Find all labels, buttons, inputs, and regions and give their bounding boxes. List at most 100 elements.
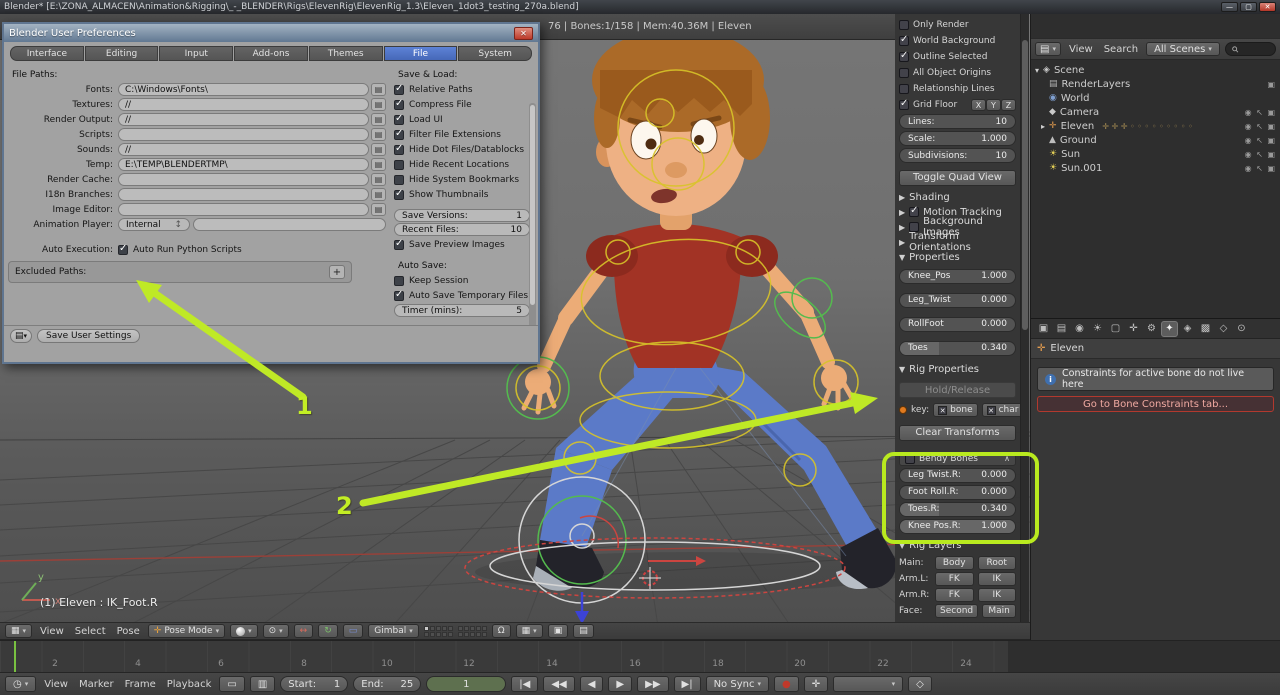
tab-data-icon[interactable]: ◈ — [1179, 321, 1196, 337]
outliner-menu-view[interactable]: View — [1066, 44, 1096, 55]
orientation-dropdown[interactable]: Gimbal ▾ — [368, 624, 419, 638]
key-char-toggle[interactable]: ✕ char — [981, 403, 1020, 417]
maximize-icon[interactable]: ▢ — [1240, 2, 1257, 12]
outliner-editor-type-button[interactable]: ▤ ▾ — [1035, 42, 1061, 56]
render-opengl-anim-button[interactable]: ▤ — [573, 624, 594, 638]
pivot-dropdown[interactable]: ⊙ ▾ — [262, 624, 289, 638]
bendy-bones-header[interactable]: Bendy Bones ∧ — [899, 451, 1016, 466]
grid-lines-field[interactable]: Lines: 10 — [899, 114, 1016, 129]
auto-run-python-checkbox[interactable] — [118, 243, 128, 255]
play-button[interactable]: ▶ — [608, 676, 633, 692]
timeline-menu-view[interactable]: View — [41, 679, 71, 690]
i18n-path-input[interactable] — [118, 188, 369, 201]
auto-save-temp-checkbox[interactable] — [394, 289, 404, 301]
outliner-row-renderlayers[interactable]: ▤ RenderLayers ▣ — [1031, 77, 1280, 91]
filter-file-extensions-checkbox[interactable] — [394, 128, 404, 140]
tab-object-icon[interactable]: ▢ — [1107, 321, 1124, 337]
end-frame-field[interactable]: End: 25 — [353, 676, 422, 692]
save-versions-stepper[interactable]: Save Versions: 1 — [394, 209, 530, 222]
file-browse-icon[interactable]: ▤ — [371, 158, 386, 171]
layer-root-button[interactable]: Root — [977, 555, 1016, 570]
manipulator-translate-button[interactable]: ↔ — [293, 624, 314, 638]
outliner-row-scene[interactable]: ▾ ◈ Scene — [1031, 63, 1280, 77]
restriction-icons[interactable]: ◉ ↖ ▣ — [1245, 122, 1276, 131]
goto-bone-constraints-button[interactable]: Go to Bone Constraints tab... — [1037, 396, 1274, 412]
temp-path-input[interactable] — [118, 158, 369, 171]
tab-input[interactable]: Input — [159, 46, 234, 61]
layer-arml-ik-button[interactable]: IK — [977, 571, 1016, 586]
relationship-lines-checkbox[interactable] — [899, 84, 909, 94]
bendy-bones-checkbox[interactable] — [905, 453, 915, 464]
tab-interface[interactable]: Interface — [10, 46, 84, 61]
editor-type-button[interactable]: ▦ ▾ — [5, 624, 33, 638]
jump-to-start-button[interactable]: |◀ — [511, 676, 539, 692]
restriction-icons[interactable]: ◉ ↖ ▣ — [1245, 164, 1276, 173]
shading-dropdown[interactable]: ▾ — [230, 624, 258, 638]
minimize-icon[interactable]: — — [1221, 2, 1238, 12]
only-render-checkbox[interactable] — [899, 20, 909, 30]
keying-set-dropdown[interactable]: ▾ — [833, 676, 904, 692]
breadcrumb-object-name[interactable]: Eleven — [1050, 343, 1084, 354]
tab-physics-icon[interactable]: ⊙ — [1233, 321, 1250, 337]
outliner-row-camera[interactable]: ◆ Camera ◉ ↖ ▣ — [1031, 105, 1280, 119]
axis-x-toggle[interactable]: X — [971, 99, 986, 111]
textures-path-input[interactable] — [118, 98, 369, 111]
play-reverse-button[interactable]: ◀ — [579, 676, 604, 692]
load-ui-checkbox[interactable] — [394, 113, 404, 125]
show-thumbnails-checkbox[interactable] — [394, 188, 404, 200]
knee-pos-slider[interactable]: Knee_Pos 1.000 — [899, 268, 1016, 284]
outliner-row-world[interactable]: ◉ World — [1031, 91, 1280, 105]
prev-keyframe-button[interactable]: ◀◀ — [543, 676, 575, 692]
start-frame-field[interactable]: Start: 1 — [280, 676, 349, 692]
restriction-icons[interactable]: ◉ ↖ ▣ — [1245, 136, 1276, 145]
scripts-path-input[interactable] — [118, 128, 369, 141]
outliner-row-sun[interactable]: ☀ Sun ◉ ↖ ▣ — [1031, 147, 1280, 161]
tab-themes[interactable]: Themes — [308, 46, 383, 61]
add-excluded-path-button[interactable]: + — [329, 265, 345, 279]
world-background-checkbox[interactable] — [899, 34, 909, 46]
menu-pose[interactable]: Pose — [114, 626, 143, 637]
keep-session-checkbox[interactable] — [394, 275, 404, 286]
motion-tracking-checkbox[interactable] — [909, 205, 920, 217]
layer-arml-fk-button[interactable]: FK — [935, 571, 974, 586]
tab-editing[interactable]: Editing — [84, 46, 159, 61]
tab-bone-constraints-icon[interactable]: ✦ — [1161, 320, 1178, 337]
file-browse-icon[interactable]: ▤ — [371, 83, 386, 96]
file-browse-icon[interactable]: ▤ — [371, 98, 386, 111]
sync-dropdown[interactable]: No Sync ▾ — [705, 676, 769, 692]
image-editor-path-input[interactable] — [118, 203, 369, 216]
sounds-path-input[interactable] — [118, 143, 369, 156]
hide-system-bookmarks-checkbox[interactable] — [394, 174, 404, 185]
toes-slider[interactable]: Toes 0.340 — [899, 340, 1016, 356]
snap-element-dropdown[interactable]: ▦ ▾ — [515, 624, 543, 638]
current-frame-field[interactable]: 1 — [426, 676, 507, 692]
expander-icon[interactable]: ▾ — [1035, 66, 1039, 75]
grid-floor-checkbox[interactable] — [899, 98, 909, 110]
render-cache-path-input[interactable] — [118, 173, 369, 186]
next-keyframe-button[interactable]: ▶▶ — [637, 676, 669, 692]
preview-range-button[interactable]: ▭ — [219, 676, 245, 692]
keying-set-button[interactable]: ✛ — [803, 676, 829, 692]
compress-file-checkbox[interactable] — [394, 98, 404, 110]
layer-face-main-button[interactable]: Main — [982, 603, 1016, 618]
tab-material-icon[interactable]: ▩ — [1197, 321, 1214, 337]
tab-modifiers-icon[interactable]: ⚙ — [1143, 321, 1160, 337]
panel-rig-layers[interactable]: ▼ Rig Layers — [899, 538, 1016, 554]
file-browse-icon[interactable]: ▤ — [371, 143, 386, 156]
preview-range-lock-button[interactable]: ▥ — [249, 676, 276, 692]
toggle-quad-view-button[interactable]: Toggle Quad View — [899, 169, 1016, 186]
grid-subdivisions-field[interactable]: Subdivisions: 10 — [899, 148, 1016, 163]
restriction-icons[interactable]: ◉ ↖ ▣ — [1245, 108, 1276, 117]
file-browse-icon[interactable]: ▤ — [371, 203, 386, 216]
panel-transform-orientations[interactable]: ▶ Transform Orientations — [899, 231, 1016, 253]
close-icon[interactable]: ✕ — [1259, 2, 1276, 12]
tab-scene-icon[interactable]: ◉ — [1071, 321, 1088, 337]
file-browse-icon[interactable]: ▤ — [371, 113, 386, 126]
hide-recent-locations-checkbox[interactable] — [394, 159, 404, 170]
layer-body-button[interactable]: Body — [935, 555, 974, 570]
toes-r-slider[interactable]: Toes.R: 0.340 — [899, 501, 1016, 517]
hide-dot-files-checkbox[interactable] — [394, 143, 404, 155]
layer-face-second-button[interactable]: Second — [935, 603, 979, 618]
timeline-editor-type-button[interactable]: ◷ ▾ — [5, 676, 37, 692]
layer-armr-fk-button[interactable]: FK — [935, 587, 974, 602]
